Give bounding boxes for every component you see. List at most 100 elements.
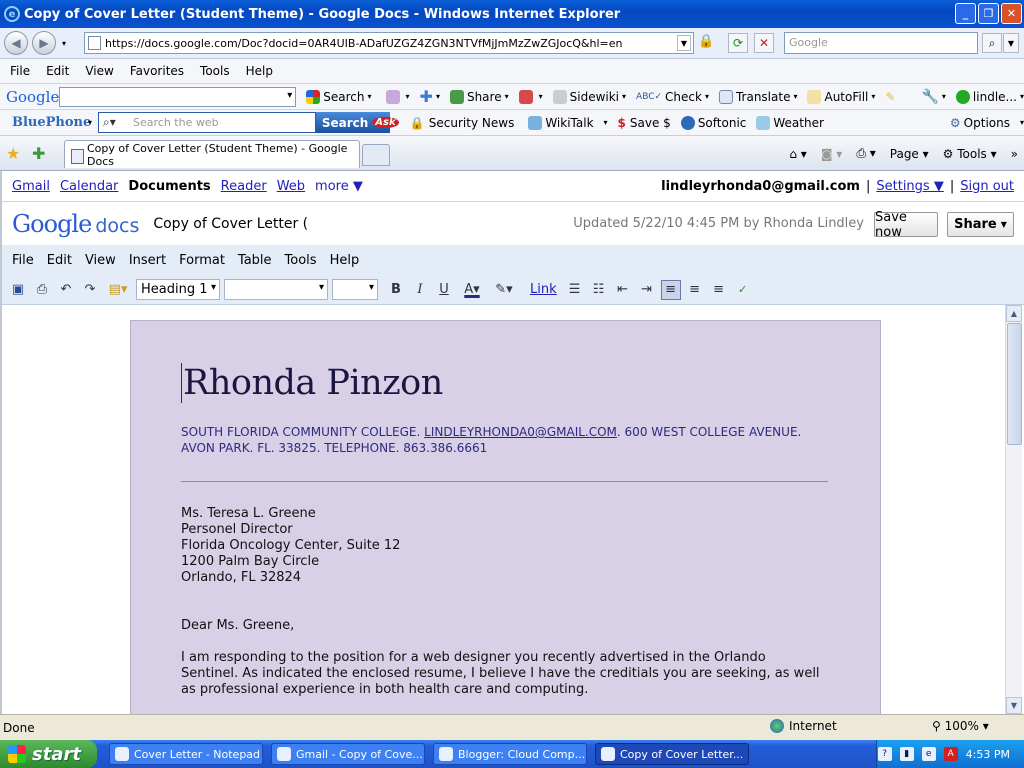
stop-button[interactable]: ✕ bbox=[754, 33, 774, 53]
popup-blocker-icon[interactable]: ▾ bbox=[518, 89, 543, 104]
refresh-button[interactable]: ⟳ bbox=[728, 33, 748, 53]
document-page[interactable]: Rhonda Pinzon SOUTH FLORIDA COMMUNITY CO… bbox=[130, 320, 881, 714]
menu-view[interactable]: View bbox=[85, 64, 113, 78]
doc-title[interactable]: Copy of Cover Letter (St bbox=[153, 216, 309, 232]
acrobat-icon[interactable]: A bbox=[943, 747, 958, 761]
email-link[interactable]: LINDLEYRHONDA0@GMAIL.COM bbox=[424, 425, 617, 439]
size-select[interactable] bbox=[332, 279, 378, 300]
gbar-calendar[interactable]: Calendar bbox=[60, 179, 118, 194]
scroll-down-arrow[interactable]: ▼ bbox=[1006, 697, 1022, 714]
home-icon[interactable]: ⌂ ▾ bbox=[789, 147, 806, 161]
menu-file[interactable]: File bbox=[10, 64, 30, 78]
search-box[interactable]: Google bbox=[784, 32, 978, 54]
scroll-thumb[interactable] bbox=[1007, 323, 1022, 445]
align-left-icon[interactable]: ≡ bbox=[660, 279, 681, 300]
ie-tray-icon[interactable]: e bbox=[921, 747, 936, 761]
address-bar[interactable]: https://docs.google.com/Doc?docid=0AR4UI… bbox=[84, 32, 694, 54]
ask-search-button[interactable]: Search Ask bbox=[315, 112, 399, 133]
gbar-reader[interactable]: Reader bbox=[221, 179, 267, 194]
doc-menu-format[interactable]: Format bbox=[179, 253, 225, 268]
text-color-icon[interactable]: A▾ bbox=[458, 280, 486, 300]
feeds-icon[interactable]: ◙ ▾ bbox=[821, 147, 842, 161]
plus-icon[interactable]: ✚ ▾ bbox=[420, 87, 440, 106]
task-gmail[interactable]: Gmail - Copy of Cove... bbox=[271, 743, 425, 765]
bluephone-dropdown[interactable]: ▾ bbox=[88, 118, 92, 127]
options-button[interactable]: ⚙ Options ▾ bbox=[950, 116, 1024, 130]
doc-menu-table[interactable]: Table bbox=[238, 253, 272, 268]
softonic-button[interactable]: Softonic bbox=[680, 115, 746, 130]
sidewiki-button[interactable]: Sidewiki ▾ bbox=[552, 89, 626, 104]
chevron-icon[interactable]: » bbox=[1011, 147, 1018, 161]
check-button[interactable]: ABC✓ Check ▾ bbox=[636, 90, 709, 104]
highlight-color-icon[interactable]: ✎▾ bbox=[490, 280, 518, 300]
print-icon[interactable]: ⎙ bbox=[32, 280, 52, 300]
tools-menu[interactable]: ⚙ Tools ▾ bbox=[943, 147, 997, 161]
favorites-star-icon[interactable]: ★ bbox=[6, 144, 20, 163]
gbar-web[interactable]: Web bbox=[277, 179, 305, 194]
task-notepad[interactable]: Cover Letter - Notepad bbox=[109, 743, 263, 765]
save-icon[interactable]: ▣ bbox=[8, 280, 28, 300]
scroll-up-arrow[interactable]: ▲ bbox=[1006, 305, 1022, 322]
network-icon[interactable]: ▮ bbox=[899, 747, 914, 761]
paste-icon[interactable]: ▤▾ bbox=[104, 280, 132, 300]
gbar-gmail[interactable]: Gmail bbox=[12, 179, 50, 194]
redo-icon[interactable]: ↷ bbox=[80, 280, 100, 300]
forward-button[interactable]: ▶ bbox=[32, 31, 56, 55]
share-doc-button[interactable]: Share ▼ bbox=[947, 212, 1014, 237]
zoom-level[interactable]: ⚲ 100% ▾ bbox=[932, 719, 989, 733]
doc-menu-help[interactable]: Help bbox=[330, 253, 360, 268]
security-news-button[interactable]: 🔒 Security News bbox=[410, 116, 514, 130]
address-dropdown[interactable]: ▼ bbox=[677, 35, 691, 51]
menu-favorites[interactable]: Favorites bbox=[130, 64, 184, 78]
recipient-address[interactable]: Ms. Teresa L. Greene Personel Director F… bbox=[181, 506, 400, 586]
weather-button[interactable]: Weather bbox=[756, 115, 824, 130]
link-button[interactable]: Link bbox=[530, 282, 557, 297]
gbar-documents[interactable]: Documents bbox=[128, 179, 210, 194]
menu-edit[interactable]: Edit bbox=[46, 64, 69, 78]
doc-menu-tools[interactable]: Tools bbox=[285, 253, 317, 268]
save-now-button[interactable]: Save now bbox=[874, 210, 938, 240]
back-button[interactable]: ◀ bbox=[4, 31, 28, 55]
close-button[interactable]: ✕ bbox=[1001, 3, 1022, 24]
align-right-icon[interactable]: ≡ bbox=[709, 280, 729, 300]
translate-button[interactable]: Translate ▾ bbox=[718, 89, 797, 104]
outdent-icon[interactable]: ⇤ bbox=[613, 280, 633, 300]
bookmark-icon[interactable]: ▾ bbox=[385, 89, 410, 104]
bullet-list-icon[interactable]: ☷ bbox=[589, 280, 609, 300]
save-dollar-button[interactable]: $ Save $ bbox=[618, 116, 671, 130]
align-center-icon[interactable]: ≡ bbox=[685, 280, 705, 300]
bluephone-search-input[interactable]: ⌕▾ Search the web bbox=[98, 112, 316, 133]
new-tab-button[interactable] bbox=[362, 144, 390, 166]
applicant-name[interactable]: Rhonda Pinzon bbox=[181, 363, 443, 403]
add-favorite-icon[interactable]: ✚ bbox=[32, 144, 45, 163]
doc-menu-view[interactable]: View bbox=[85, 253, 116, 268]
google-docs-logo[interactable]: Google docs bbox=[12, 210, 139, 238]
italic-icon[interactable]: I bbox=[410, 280, 430, 300]
wikitalk-button[interactable]: WikiTalk ▾ bbox=[528, 115, 608, 130]
search-icon[interactable]: ⌕ bbox=[982, 33, 1002, 53]
menu-help[interactable]: Help bbox=[246, 64, 273, 78]
task-blogger[interactable]: Blogger: Cloud Comp... bbox=[433, 743, 587, 765]
help-icon[interactable]: ? bbox=[877, 747, 892, 761]
vertical-scrollbar[interactable]: ▲ ▼ bbox=[1005, 305, 1022, 714]
doc-menu-file[interactable]: File bbox=[12, 253, 34, 268]
bold-icon[interactable]: B bbox=[386, 280, 406, 300]
highlighter-icon[interactable]: ✎ bbox=[885, 90, 895, 104]
account-button[interactable]: lindle... ▾ bbox=[955, 89, 1024, 104]
task-google-docs[interactable]: Copy of Cover Letter... bbox=[595, 743, 749, 765]
indent-icon[interactable]: ⇥ bbox=[637, 280, 657, 300]
contact-line[interactable]: SOUTH FLORIDA COMMUNITY COLLEGE. LINDLEY… bbox=[181, 424, 831, 456]
clock[interactable]: 4:53 PM bbox=[966, 748, 1010, 761]
page-menu[interactable]: Page ▾ bbox=[890, 147, 929, 161]
lock-icon[interactable]: 🔒 bbox=[698, 34, 714, 49]
signout-link[interactable]: Sign out bbox=[960, 179, 1014, 194]
google-search-button[interactable]: Search ▾ bbox=[306, 89, 372, 104]
gbar-more[interactable]: more ▼ bbox=[315, 179, 363, 194]
wrench-icon[interactable]: 🔧 ▾ bbox=[921, 89, 945, 105]
undo-icon[interactable]: ↶ bbox=[56, 280, 76, 300]
search-options-dropdown[interactable]: ▼ bbox=[1003, 33, 1019, 53]
tab-active[interactable]: Copy of Cover Letter (Student Theme) - G… bbox=[64, 140, 360, 168]
start-button[interactable]: wstart bbox=[0, 740, 97, 768]
minimize-button[interactable]: _ bbox=[955, 3, 976, 24]
share-button[interactable]: Share ▾ bbox=[449, 89, 509, 104]
